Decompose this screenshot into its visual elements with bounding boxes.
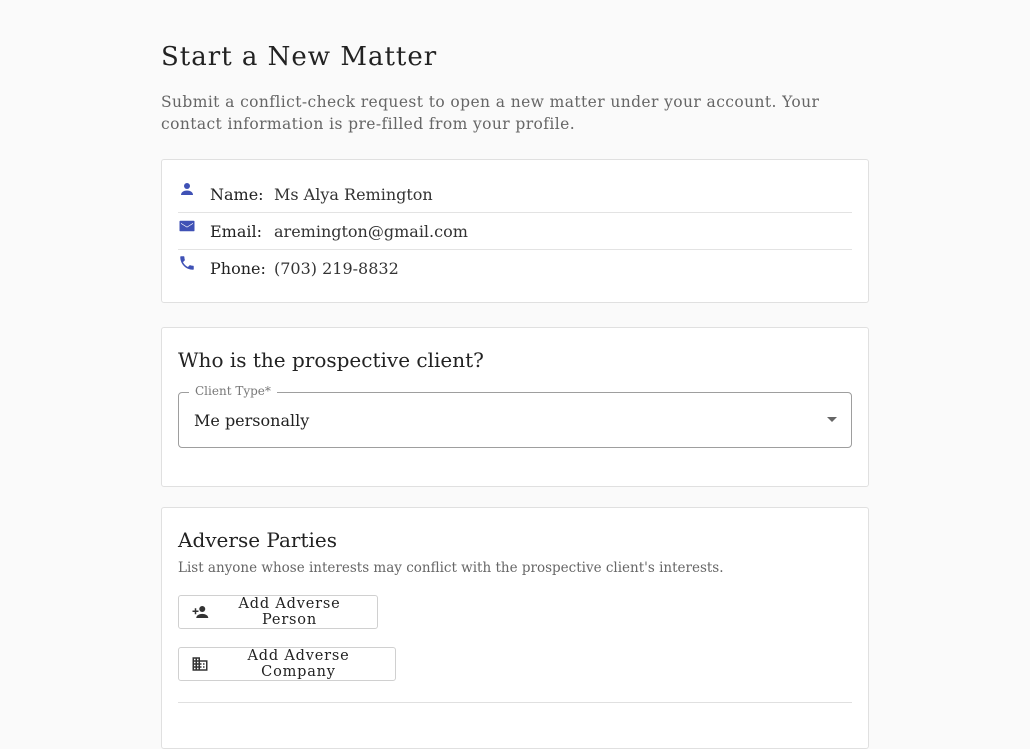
add-adverse-person-label: Add Adverse Person [238, 596, 341, 628]
page-title: Start a New Matter [161, 42, 438, 72]
phone-value: (703) 219-8832 [274, 258, 399, 278]
add-adverse-company-label: Add Adverse Company [247, 648, 350, 680]
name-label: Name: [210, 184, 264, 204]
phone-icon [178, 254, 196, 272]
adverse-description: List anyone whose interests may conflict… [178, 560, 724, 576]
business-icon [191, 655, 209, 673]
adverse-divider [178, 702, 852, 703]
phone-label: Phone: [210, 258, 266, 278]
mail-icon [178, 217, 196, 235]
name-value: Ms Alya Remington [274, 184, 433, 204]
contact-row-email: Email: aremington@gmail.com [178, 213, 852, 250]
email-value: aremington@gmail.com [274, 221, 468, 241]
page-intro: Submit a conflict-check request to open … [161, 93, 820, 133]
client-card: Who is the prospective client? Client Ty… [161, 327, 869, 487]
person-add-icon [191, 603, 209, 621]
adverse-heading: Adverse Parties [178, 528, 337, 552]
client-type-label: Client Type* [189, 384, 277, 398]
client-type-value: Me personally [194, 411, 310, 430]
add-adverse-company-button[interactable]: Add Adverse Company [178, 647, 396, 681]
email-label: Email: [210, 221, 263, 241]
client-type-select[interactable]: Client Type* Me personally [178, 384, 852, 448]
contact-card: Name: Ms Alya Remington Email: aremingto… [161, 159, 869, 303]
adverse-parties-card: Adverse Parties List anyone whose intere… [161, 507, 869, 749]
dropdown-arrow-icon [827, 417, 837, 422]
person-icon [178, 180, 196, 198]
add-adverse-person-button[interactable]: Add Adverse Person [178, 595, 378, 629]
contact-row-name: Name: Ms Alya Remington [178, 176, 852, 213]
contact-row-phone: Phone: (703) 219-8832 [178, 250, 852, 286]
client-heading: Who is the prospective client? [178, 348, 484, 372]
